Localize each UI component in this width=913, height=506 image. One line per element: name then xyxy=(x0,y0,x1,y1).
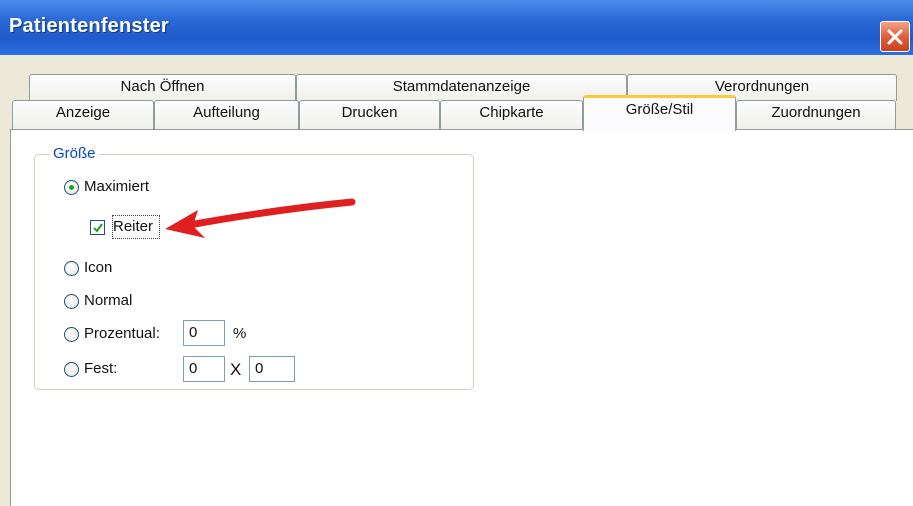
tab-drucken[interactable]: Drucken xyxy=(299,100,440,130)
tab-groesse-stil[interactable]: Größe/Stil xyxy=(583,95,736,131)
percent-unit: % xyxy=(233,325,247,342)
radio-prozentual[interactable] xyxy=(64,327,79,342)
close-button[interactable] xyxy=(880,21,910,52)
tab-label: Stammdatenanzeige xyxy=(392,78,531,95)
tab-chipkarte[interactable]: Chipkarte xyxy=(440,100,583,130)
dimension-separator: X xyxy=(230,360,242,379)
tab-zuordnungen[interactable]: Zuordnungen xyxy=(736,100,896,130)
tab-label: Verordnungen xyxy=(714,78,810,95)
label-icon[interactable]: Icon xyxy=(84,259,112,276)
tab-label: Anzeige xyxy=(55,104,111,121)
close-icon xyxy=(887,29,903,45)
window-title: Patientenfenster xyxy=(9,15,169,37)
label-fest[interactable]: Fest: xyxy=(84,360,117,377)
fest-width-input[interactable]: 0 xyxy=(183,356,225,382)
tab-label: Chipkarte xyxy=(479,104,544,121)
tab-aufteilung[interactable]: Aufteilung xyxy=(154,100,299,130)
title-bar: Patientenfenster xyxy=(0,0,913,55)
tab-label: Drucken xyxy=(341,104,398,121)
label-prozentual[interactable]: Prozentual: xyxy=(84,325,160,342)
prozentual-input[interactable]: 0 xyxy=(183,320,225,346)
radio-normal[interactable] xyxy=(64,294,79,309)
tab-label: Zuordnungen xyxy=(771,104,861,121)
label-reiter[interactable]: Reiter xyxy=(113,218,153,235)
label-normal[interactable]: Normal xyxy=(84,292,132,309)
checkmark-icon xyxy=(93,223,103,233)
radio-icon[interactable] xyxy=(64,261,79,276)
tab-label: Nach Öffnen xyxy=(120,78,205,95)
fest-height-input[interactable]: 0 xyxy=(249,356,295,382)
radio-fest[interactable] xyxy=(64,362,79,377)
groupbox-label: Größe xyxy=(50,145,99,162)
tab-label: Aufteilung xyxy=(193,104,260,121)
tab-stammdatenanzeige[interactable]: Stammdatenanzeige xyxy=(296,74,627,101)
checkbox-reiter[interactable] xyxy=(90,220,105,235)
tab-anzeige[interactable]: Anzeige xyxy=(12,100,154,130)
tab-label: Größe/Stil xyxy=(625,101,694,118)
red-arrow-icon xyxy=(165,198,356,238)
tab-nach-oeffnen[interactable]: Nach Öffnen xyxy=(29,74,296,101)
label-maximiert[interactable]: Maximiert xyxy=(84,178,149,195)
radio-maximiert[interactable] xyxy=(64,180,79,195)
